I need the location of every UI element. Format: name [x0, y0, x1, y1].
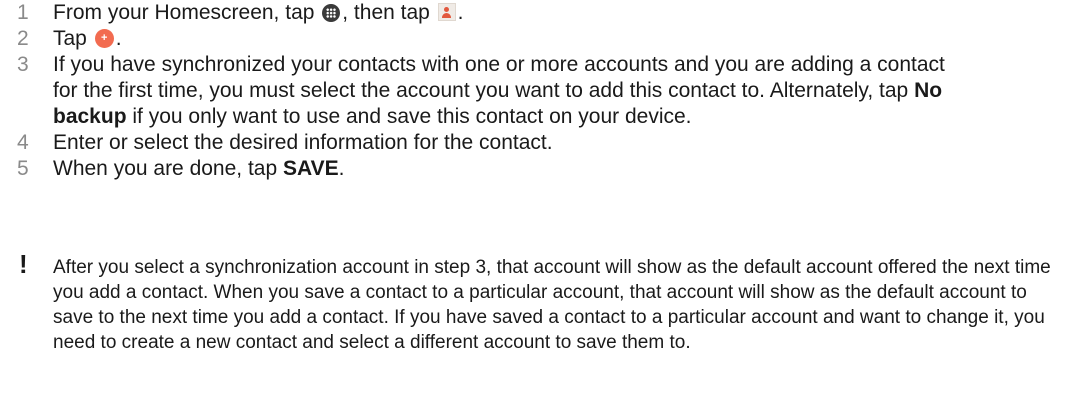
step-text-part: When you are done, tap — [53, 157, 283, 180]
step-text: Enter or select the desired information … — [53, 131, 553, 154]
step-5: 5 When you are done, tap SAVE. — [0, 156, 1070, 182]
step-text-part: , then tap — [342, 1, 436, 24]
step-number: 5 — [17, 157, 29, 180]
step-number: 1 — [17, 1, 29, 24]
step-text: When you are done, tap SAVE. — [53, 156, 953, 182]
step-text-part: From your Homescreen, tap — [53, 1, 321, 24]
step-number: 4 — [17, 131, 29, 154]
step-2: 2 Tap +. — [0, 26, 1070, 52]
contacts-app-icon — [437, 3, 456, 21]
apps-grid-icon — [322, 4, 341, 22]
step-text: Tap +. — [53, 26, 953, 52]
step-text: If you have synchronized your contacts w… — [53, 52, 953, 130]
exclamation-icon: ! — [19, 249, 28, 279]
step-text-part: . — [338, 157, 345, 180]
step-text: From your Homescreen, tap , then tap . — [53, 0, 953, 26]
add-contact-icon: + — [94, 29, 114, 48]
step-text-part: If you have synchronized your contacts w… — [53, 53, 945, 102]
save-label: SAVE — [283, 157, 339, 180]
instruction-steps: 1 From your Homescreen, tap , then tap .… — [0, 0, 1070, 182]
note-text: After you select a synchronization accou… — [53, 257, 1051, 353]
step-text-part: if you only want to use and save this co… — [126, 105, 692, 128]
step-1: 1 From your Homescreen, tap , then tap . — [0, 0, 1070, 26]
step-number: 2 — [17, 27, 29, 50]
step-number: 3 — [17, 53, 29, 76]
step-text-part: . — [115, 27, 122, 50]
step-text-part: . — [457, 1, 464, 24]
step-3: 3 If you have synchronized your contacts… — [0, 52, 1070, 130]
step-4: 4 Enter or select the desired informatio… — [0, 130, 1070, 156]
step-text-part: Tap — [53, 27, 93, 50]
